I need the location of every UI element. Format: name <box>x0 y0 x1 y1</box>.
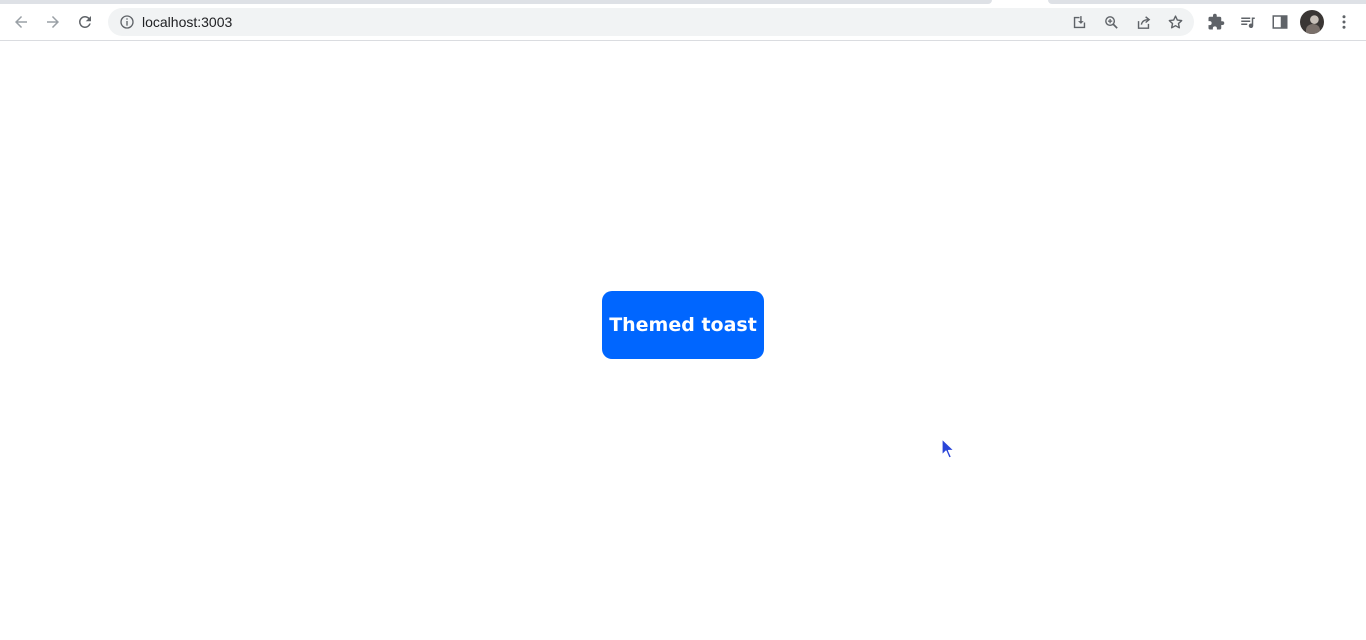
themed-toast-button[interactable]: Themed toast <box>602 291 764 359</box>
site-info-button[interactable] <box>118 13 136 31</box>
arrow-left-icon <box>15 16 27 28</box>
media-queue-icon <box>1241 17 1255 29</box>
reload-icon <box>78 15 91 28</box>
kebab-menu-icon <box>1342 15 1346 29</box>
puzzle-icon <box>1208 13 1225 30</box>
info-icon <box>120 15 134 29</box>
install-app-button[interactable] <box>1070 13 1088 31</box>
install-icon <box>1073 15 1085 28</box>
zoom-button[interactable] <box>1102 13 1120 31</box>
reload-button[interactable] <box>72 9 98 35</box>
share-icon <box>1137 15 1150 29</box>
profile-avatar[interactable] <box>1300 10 1324 34</box>
zoom-icon <box>1104 15 1118 29</box>
browser-menu-button[interactable] <box>1332 10 1356 34</box>
forward-button[interactable] <box>40 9 66 35</box>
mouse-cursor-icon <box>941 438 955 459</box>
media-queue-button[interactable] <box>1236 10 1260 34</box>
share-button[interactable] <box>1134 13 1152 31</box>
address-bar[interactable]: localhost:3003 <box>108 8 1194 36</box>
star-icon <box>1168 14 1182 29</box>
bookmark-button[interactable] <box>1166 13 1184 31</box>
extensions-button[interactable] <box>1204 10 1228 34</box>
arrow-right-icon <box>47 16 59 28</box>
back-button[interactable] <box>8 9 34 35</box>
side-panel-icon <box>1272 15 1288 29</box>
url-text[interactable]: localhost:3003 <box>142 8 232 36</box>
side-panel-button[interactable] <box>1268 10 1292 34</box>
browser-toolbar: localhost:3003 <box>0 4 1366 41</box>
